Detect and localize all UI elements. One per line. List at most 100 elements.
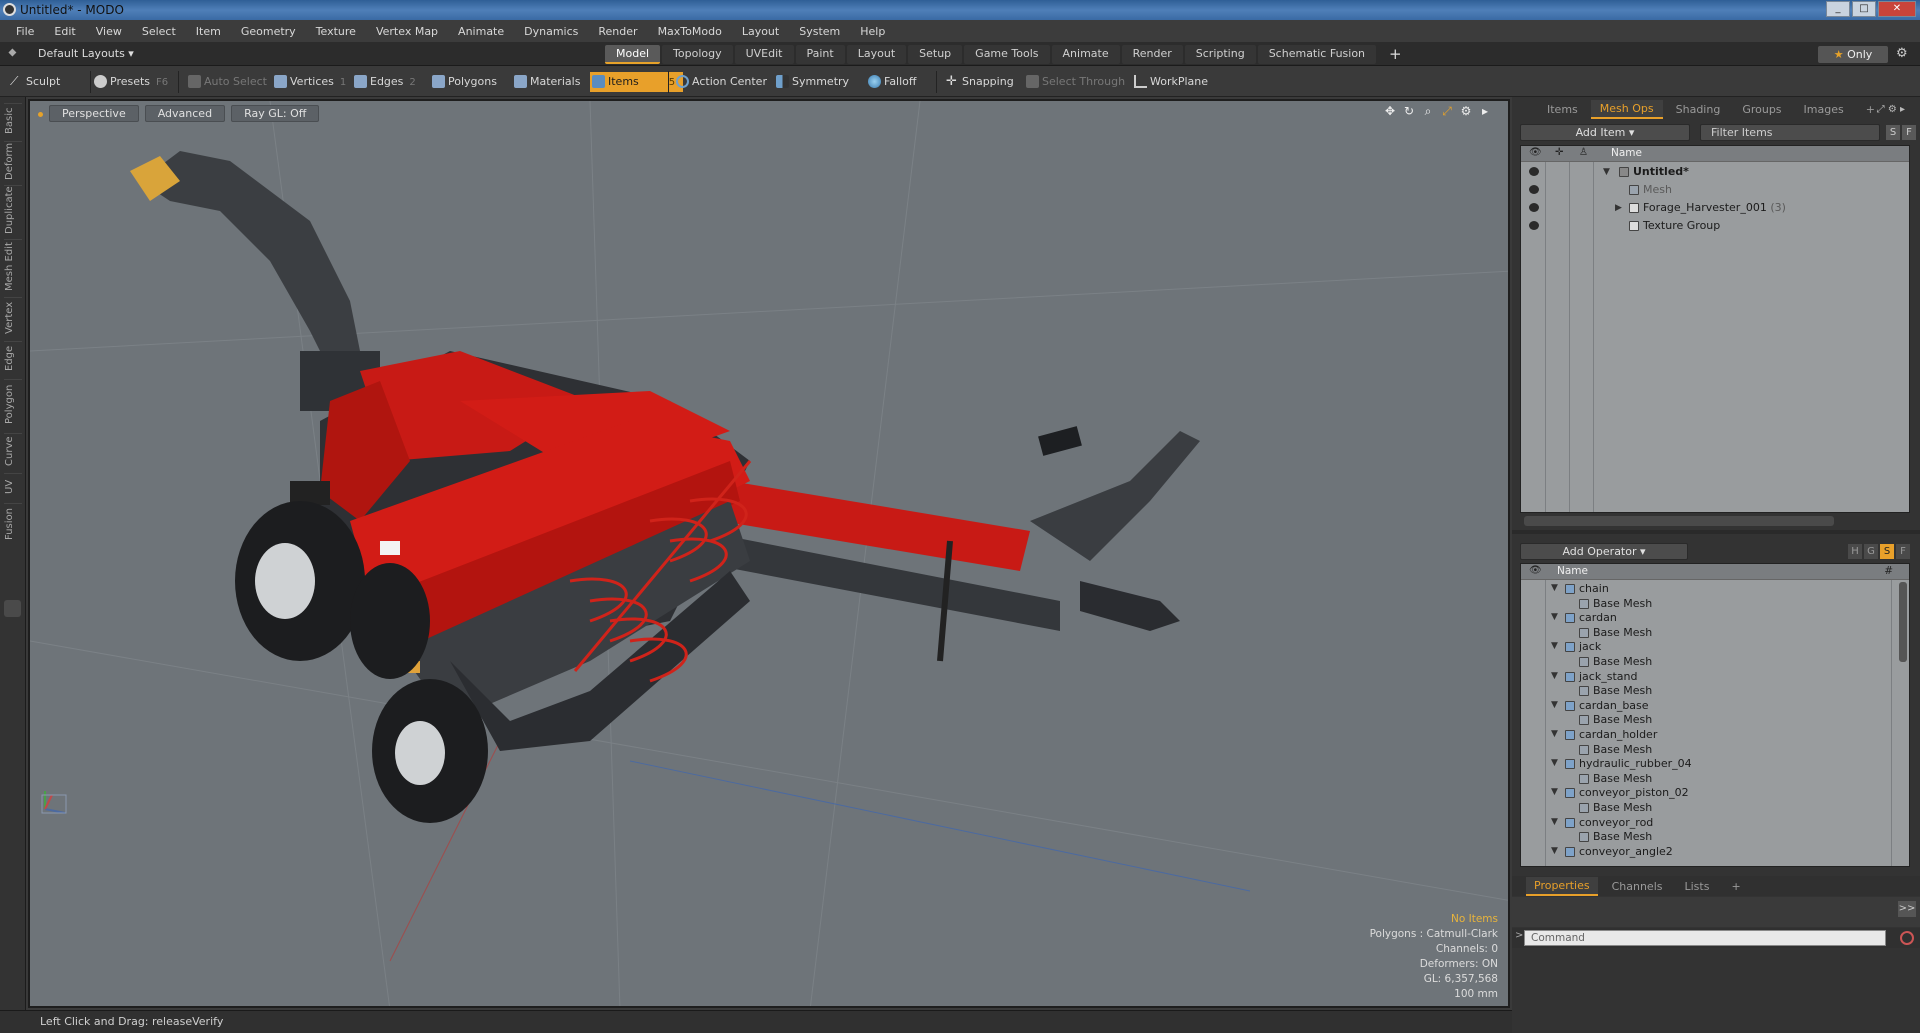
menu-dynamics[interactable]: Dynamics xyxy=(514,25,588,38)
list-item-texture-group[interactable]: Texture Group xyxy=(1521,217,1909,235)
op-child[interactable]: Base Mesh xyxy=(1521,683,1909,698)
add-tab-button[interactable]: + xyxy=(1378,45,1413,64)
vtab-deform[interactable]: Deform xyxy=(4,141,22,181)
op-child[interactable]: Base Mesh xyxy=(1521,771,1909,786)
op-g-button[interactable]: G xyxy=(1864,544,1878,559)
zoom-icon[interactable]: ⌕ xyxy=(1421,104,1435,119)
op-item[interactable]: ▼ cardan xyxy=(1521,610,1909,625)
materials-button[interactable]: Materials xyxy=(512,72,580,92)
maximize-viewport-icon[interactable]: ⤢ xyxy=(1440,104,1454,119)
op-f-button[interactable]: F xyxy=(1896,544,1910,559)
tab-images[interactable]: Images xyxy=(1795,101,1853,118)
add-props-tab-button[interactable]: + xyxy=(1723,878,1748,895)
3d-viewport[interactable]: Perspective Advanced Ray GL: Off ✥ ↻ ⌕ ⤢… xyxy=(28,99,1510,1008)
maximize-button[interactable]: □ xyxy=(1852,1,1876,17)
vtab-uv[interactable]: UV xyxy=(4,473,22,499)
record-icon[interactable] xyxy=(1900,931,1914,945)
menu-animate[interactable]: Animate xyxy=(448,25,514,38)
eye-icon[interactable] xyxy=(1529,167,1539,176)
tab-items[interactable]: Items xyxy=(1538,101,1587,118)
eye-icon[interactable] xyxy=(1529,221,1539,230)
op-child[interactable]: Base Mesh xyxy=(1521,625,1909,640)
vtab-curve[interactable]: Curve xyxy=(4,433,22,469)
only-button[interactable]: ★ Only xyxy=(1818,46,1888,63)
op-item[interactable]: ▼ jack_stand xyxy=(1521,669,1909,684)
vtab-duplicate[interactable]: Duplicate xyxy=(4,185,22,235)
expand-button[interactable]: >> xyxy=(1898,901,1916,917)
tab-setup[interactable]: Setup xyxy=(908,45,963,64)
sculpt-button[interactable]: ⟋ Sculpt xyxy=(8,72,88,92)
symmetry-button[interactable]: Symmetry xyxy=(774,72,849,92)
layout-selector[interactable]: Default Layouts ▾ xyxy=(38,47,134,60)
tab-render[interactable]: Render xyxy=(1121,45,1183,64)
tab-topology[interactable]: Topology xyxy=(662,45,733,64)
tab-layout[interactable]: Layout xyxy=(846,45,907,64)
op-child[interactable]: Base Mesh xyxy=(1521,742,1909,757)
menu-vertex-map[interactable]: Vertex Map xyxy=(366,25,448,38)
expand-arrow-icon[interactable]: ▼ xyxy=(1551,581,1558,596)
op-item[interactable]: ▼ conveyor_piston_02 xyxy=(1521,785,1909,800)
layout-arrow-icon[interactable]: ⯁ xyxy=(8,48,20,60)
list-item-forage-harvester[interactable]: ▶ Forage_Harvester_001 (3) xyxy=(1521,199,1909,217)
tab-channels[interactable]: Channels xyxy=(1604,878,1671,895)
shading-mode-button[interactable]: Advanced xyxy=(144,105,226,122)
menu-select[interactable]: Select xyxy=(132,25,186,38)
action-center-button[interactable]: Action Center xyxy=(674,72,767,92)
op-item[interactable]: ▼ conveyor_rod xyxy=(1521,815,1909,830)
panel-splitter[interactable] xyxy=(1512,530,1920,534)
vtab-mesh-edit[interactable]: Mesh Edit xyxy=(4,239,22,293)
tab-scripting[interactable]: Scripting xyxy=(1184,45,1256,64)
vtab-edge[interactable]: Edge xyxy=(4,341,22,375)
op-item[interactable]: ▼ cardan_holder xyxy=(1521,727,1909,742)
expand-arrow-icon[interactable]: ▼ xyxy=(1551,756,1558,771)
expand-arrow-icon[interactable]: ▼ xyxy=(1551,785,1558,800)
op-child[interactable]: Base Mesh xyxy=(1521,712,1909,727)
workplane-button[interactable]: WorkPlane xyxy=(1132,72,1208,92)
expand-arrow-icon[interactable]: ▶ xyxy=(1615,199,1622,217)
op-h-button[interactable]: H xyxy=(1848,544,1862,559)
tab-groups[interactable]: Groups xyxy=(1733,101,1790,118)
menu-system[interactable]: System xyxy=(789,25,850,38)
expand-arrow-icon[interactable]: ▼ xyxy=(1551,698,1558,713)
eye-icon[interactable] xyxy=(1529,203,1539,212)
filter-items-input[interactable]: Filter Items xyxy=(1700,124,1880,141)
filter-s-button[interactable]: S xyxy=(1886,125,1900,140)
menu-view[interactable]: View xyxy=(86,25,132,38)
menu-help[interactable]: Help xyxy=(850,25,895,38)
edges-button[interactable]: Edges 2 xyxy=(352,72,416,92)
op-child[interactable]: Base Mesh xyxy=(1521,800,1909,815)
horizontal-scrollbar[interactable] xyxy=(1524,516,1834,526)
list-item-mesh[interactable]: Mesh xyxy=(1521,181,1909,199)
menu-render[interactable]: Render xyxy=(588,25,647,38)
filter-f-button[interactable]: F xyxy=(1902,125,1916,140)
tab-mesh-ops[interactable]: Mesh Ops xyxy=(1590,99,1663,119)
raygl-button[interactable]: Ray GL: Off xyxy=(231,105,320,122)
op-child[interactable]: Base Mesh xyxy=(1521,654,1909,669)
panel-options-icon[interactable]: ⤢ ⚙ ▸ xyxy=(1868,102,1914,117)
expand-arrow-icon[interactable]: ▼ xyxy=(1603,163,1610,181)
view-type-button[interactable]: Perspective xyxy=(49,105,139,122)
tab-properties[interactable]: Properties xyxy=(1526,876,1598,896)
add-operator-button[interactable]: Add Operator ▾ xyxy=(1520,543,1688,560)
presets-button[interactable]: Presets F6 xyxy=(92,72,168,92)
command-input[interactable]: Command xyxy=(1524,930,1886,946)
menu-file[interactable]: File xyxy=(6,25,44,38)
tab-model[interactable]: Model xyxy=(605,45,661,64)
minimize-button[interactable]: _ xyxy=(1826,1,1850,17)
menu-texture[interactable]: Texture xyxy=(306,25,366,38)
op-item[interactable]: ▼ hydraulic_rubber_04 xyxy=(1521,756,1909,771)
list-item-scene[interactable]: ▼ Untitled* xyxy=(1521,163,1909,181)
vertices-button[interactable]: Vertices 1 xyxy=(272,72,346,92)
vtab-polygon[interactable]: Polygon xyxy=(4,379,22,429)
op-s-button[interactable]: S xyxy=(1880,544,1894,559)
select-through-button[interactable]: Select Through xyxy=(1024,72,1125,92)
expand-arrow-icon[interactable]: ▼ xyxy=(1551,610,1558,625)
menu-maxtomodo[interactable]: MaxToModo xyxy=(648,25,732,38)
tab-uvedit[interactable]: UVEdit xyxy=(734,45,794,64)
op-item[interactable]: ▼ chain xyxy=(1521,581,1909,596)
vtab-basic[interactable]: Basic xyxy=(4,103,22,137)
menu-edit[interactable]: Edit xyxy=(44,25,85,38)
name-column-header[interactable]: Name xyxy=(1611,147,1642,159)
falloff-button[interactable]: Falloff xyxy=(866,72,916,92)
op-item[interactable]: ▼ cardan_base xyxy=(1521,698,1909,713)
